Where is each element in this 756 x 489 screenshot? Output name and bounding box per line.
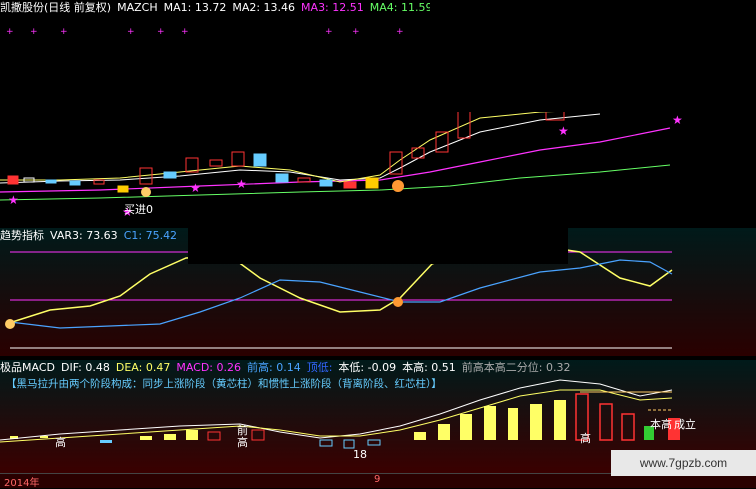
macd-bar bbox=[164, 434, 176, 440]
star-marker: + bbox=[325, 27, 333, 37]
candle bbox=[343, 181, 357, 189]
dif-line bbox=[0, 379, 673, 441]
gao-label-2: 高 bbox=[580, 432, 591, 445]
star-marker: + bbox=[127, 27, 135, 37]
macd-bar bbox=[207, 431, 221, 441]
price-pane[interactable]: 凯撒股份(日线 前复权) MAZCH MA1: 13.72 MA2: 13.46 MA3… bbox=[0, 0, 756, 222]
candle bbox=[163, 171, 177, 179]
macd-bar bbox=[319, 439, 333, 447]
macd-bar bbox=[100, 440, 112, 443]
candle bbox=[117, 185, 129, 193]
macd-bar bbox=[554, 400, 566, 440]
macd-bar bbox=[251, 429, 265, 441]
candle bbox=[365, 177, 379, 189]
candle bbox=[319, 179, 333, 187]
macd-bar bbox=[460, 414, 472, 440]
macd-bar bbox=[599, 403, 613, 441]
macd-bar bbox=[343, 439, 355, 449]
ma1-line bbox=[0, 109, 601, 183]
c1-line bbox=[9, 259, 673, 329]
candle bbox=[209, 159, 223, 167]
star-marker: ★ bbox=[672, 113, 683, 127]
trend-pane[interactable]: 趋势指标 VAR3: 73.63 C1: 75.42 bbox=[0, 228, 756, 356]
star-marker: + bbox=[396, 27, 404, 37]
candle bbox=[275, 173, 289, 183]
star-marker: + bbox=[157, 27, 165, 37]
ma3-line bbox=[0, 127, 671, 193]
dea-line bbox=[0, 389, 673, 443]
star-marker: + bbox=[6, 27, 14, 37]
star-marker: + bbox=[30, 27, 38, 37]
overlay-mask bbox=[188, 228, 568, 264]
macd-bar bbox=[140, 436, 152, 440]
signal-dot bbox=[393, 297, 403, 307]
macd-bar bbox=[621, 413, 635, 441]
chengli-label: 成立 bbox=[674, 418, 696, 431]
macd-bar bbox=[186, 430, 198, 440]
macd-bar bbox=[438, 424, 450, 440]
month-mark: 9 bbox=[374, 474, 381, 485]
star-marker: ★ bbox=[558, 124, 569, 138]
bengao-label: 本高 bbox=[650, 418, 672, 431]
star-marker: + bbox=[181, 27, 189, 37]
num18-label: 18 bbox=[353, 448, 367, 461]
macd-bar bbox=[508, 408, 518, 440]
overlay-mask bbox=[430, 0, 756, 112]
candle bbox=[45, 179, 57, 184]
signal-dot bbox=[392, 180, 404, 192]
signal-dot bbox=[141, 187, 151, 197]
macd-bar bbox=[367, 439, 381, 446]
buy-label: 买进0 bbox=[124, 203, 153, 216]
qiangao-label-b: 高 bbox=[237, 436, 248, 449]
star-marker: + bbox=[352, 27, 360, 37]
candle bbox=[69, 180, 81, 186]
signal-dot bbox=[5, 319, 15, 329]
gao-label-1: 高 bbox=[55, 436, 66, 449]
candle bbox=[231, 151, 245, 167]
candle bbox=[7, 175, 19, 185]
ma4-line bbox=[0, 164, 671, 201]
star-marker: ★ bbox=[190, 181, 201, 195]
star-marker: + bbox=[60, 27, 68, 37]
watermark: www.7gpzb.com bbox=[611, 450, 756, 476]
candle bbox=[253, 153, 267, 167]
macd-bar bbox=[530, 404, 542, 440]
macd-bar bbox=[484, 406, 496, 440]
macd-bar bbox=[414, 432, 426, 440]
star-marker: ★ bbox=[236, 177, 247, 191]
star-marker: ★ bbox=[8, 193, 19, 207]
